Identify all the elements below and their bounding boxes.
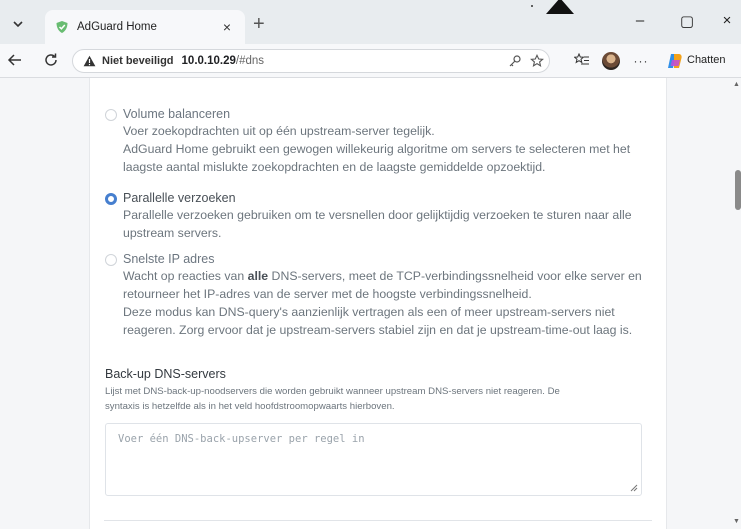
key-icon[interactable] xyxy=(507,54,523,71)
mouse-cursor-icon xyxy=(546,0,574,14)
close-window-button[interactable]: × xyxy=(712,12,741,29)
radio-load-balancing[interactable] xyxy=(105,109,117,121)
backup-dns-textarea[interactable]: Voer één DNS-back-upserver per regel in xyxy=(105,423,642,496)
minimize-button[interactable]: – xyxy=(625,12,655,29)
tab-adguard-home[interactable]: AdGuard Home × xyxy=(45,10,245,44)
backup-dns-title: Back-up DNS-servers xyxy=(105,367,226,381)
divider xyxy=(104,520,652,521)
warning-icon[interactable] xyxy=(83,55,96,67)
scroll-up-icon[interactable]: ▲ xyxy=(733,81,740,88)
backup-dns-desc: Lijst met DNS-back-up-noodservers die wo… xyxy=(105,386,560,397)
option-desc: Parallelle verzoeken gebruiken om te ver… xyxy=(123,208,632,222)
not-secure-label: Niet beveiligd xyxy=(102,55,174,67)
chat-label[interactable]: Chatten xyxy=(687,54,726,66)
scroll-down-icon[interactable]: ▼ xyxy=(733,518,740,525)
adguard-shield-icon xyxy=(56,21,68,33)
radio-fastest-ip[interactable] xyxy=(105,254,117,266)
new-tab-button[interactable]: + xyxy=(253,14,265,34)
option-desc: AdGuard Home gebruikt een gewogen willek… xyxy=(123,142,631,156)
favorites-icon[interactable] xyxy=(573,52,591,70)
tab-close-icon[interactable]: × xyxy=(219,19,235,35)
pointer-dot xyxy=(531,5,533,7)
tab-strip: AdGuard Home × + – ▢ × xyxy=(0,0,741,44)
tab-title: AdGuard Home xyxy=(77,21,157,33)
option-desc: retourneer het IP-adres van de server me… xyxy=(123,287,532,301)
option-desc: Voer zoekopdrachten uit op één upstream-… xyxy=(123,124,435,138)
browser-toolbar: Niet beveiligd 10.0.10.29/#dns ··· Chatt… xyxy=(0,44,741,78)
option-title: Parallelle verzoeken xyxy=(123,191,236,205)
more-icon[interactable]: ··· xyxy=(632,53,650,69)
option-desc: Wacht op reacties van alle DNS-servers, … xyxy=(123,269,642,283)
tab-dropdown-icon[interactable] xyxy=(10,16,26,32)
scrollbar-thumb[interactable] xyxy=(735,170,741,210)
option-desc: laagste aantal mislukte zoekopdrachten e… xyxy=(123,160,546,174)
address-bar[interactable]: Niet beveiligd 10.0.10.29/#dns xyxy=(72,49,550,73)
option-desc: reageren. Zorg ervoor dat je upstream-se… xyxy=(123,323,633,337)
reload-icon[interactable] xyxy=(42,52,60,72)
radio-parallel[interactable] xyxy=(105,193,117,205)
option-title: Snelste IP adres xyxy=(123,252,215,266)
resize-grip-icon[interactable] xyxy=(630,484,638,492)
textarea-placeholder: Voer één DNS-back-upserver per regel in xyxy=(118,433,365,445)
emphasis-all: alle xyxy=(247,269,269,283)
option-desc: Deze modus kan DNS-query's aanzienlijk v… xyxy=(123,305,615,319)
page-viewport: Volume balanceren Voer zoekopdrachten ui… xyxy=(0,78,741,529)
url-host: 10.0.10.29 xyxy=(181,55,236,67)
maximize-button[interactable]: ▢ xyxy=(672,12,702,30)
backup-dns-desc: syntaxis is hetzelfde als in het veld ho… xyxy=(105,401,395,412)
back-icon[interactable] xyxy=(6,52,24,72)
copilot-icon[interactable] xyxy=(666,52,684,70)
profile-avatar[interactable] xyxy=(602,52,620,70)
option-title: Volume balanceren xyxy=(123,107,231,121)
star-icon[interactable] xyxy=(529,53,545,71)
url-path: /#dns xyxy=(235,55,265,67)
option-desc: upstream servers. xyxy=(123,226,222,240)
